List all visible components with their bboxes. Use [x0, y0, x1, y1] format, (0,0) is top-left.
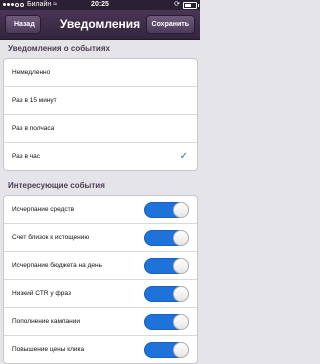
event-row-funds-exhausted: Исчерпание средств	[4, 196, 197, 224]
event-label: Исчерпание бюджета на день	[12, 262, 102, 269]
lock-rotation-icon: ⟳	[174, 1, 180, 8]
save-button[interactable]: Сохранить	[145, 15, 195, 34]
event-row-balance-low: Счет близок к истощению	[4, 224, 197, 252]
toggle-switch[interactable]	[144, 286, 189, 302]
event-row-campaign-topup: Пополнение кампании	[4, 308, 197, 336]
event-row-daily-budget: Исчерпание бюджета на день	[4, 252, 197, 280]
option-immediately[interactable]: Немедленно	[4, 59, 197, 87]
event-row-cpc-increase: Повышение цены клика	[4, 336, 197, 363]
event-row-low-ctr: Низкий CTR у фраз	[4, 280, 197, 308]
toggle-switch[interactable]	[144, 342, 189, 358]
toggle-knob	[173, 258, 189, 274]
event-label: Исчерпание средств	[12, 206, 75, 213]
option-every-15-min[interactable]: Раз в 15 минут	[4, 87, 197, 115]
toggle-knob	[173, 230, 189, 246]
toggle-knob	[173, 286, 189, 302]
event-label: Счет близок к истощению	[12, 234, 90, 241]
toggle-switch[interactable]	[144, 258, 189, 274]
toggle-switch[interactable]	[144, 230, 189, 246]
frequency-options-group: Немедленно Раз в 15 минут Раз в полчаса …	[3, 58, 198, 171]
checkmark-icon: ✓	[179, 151, 188, 162]
toggle-switch[interactable]	[144, 202, 189, 218]
toggle-knob	[173, 342, 189, 358]
option-label: Раз в час	[12, 153, 40, 160]
option-label: Немедленно	[12, 69, 51, 76]
toggle-knob	[173, 202, 189, 218]
option-label: Раз в полчаса	[12, 125, 55, 132]
toggle-switch[interactable]	[144, 314, 189, 330]
section-header-frequency: Уведомления о событиях	[8, 44, 110, 53]
option-every-half-hour[interactable]: Раз в полчаса	[4, 115, 197, 143]
toggle-knob	[173, 314, 189, 330]
event-label: Низкий CTR у фраз	[12, 290, 71, 297]
event-label: Пополнение кампании	[12, 318, 80, 325]
clock: 20:25	[91, 1, 109, 8]
navigation-bar: Назад Уведомления Сохранить	[0, 10, 200, 40]
event-label: Повышение цены клика	[12, 346, 85, 353]
option-every-hour[interactable]: Раз в час ✓	[4, 143, 197, 170]
option-label: Раз в 15 минут	[12, 97, 57, 104]
status-bar: Билайн ≈ 20:25 ⟳	[0, 0, 200, 10]
section-header-events: Интересующие события	[8, 181, 105, 190]
events-group: Исчерпание средств Счет близок к истощен…	[3, 195, 198, 364]
battery-icon	[183, 1, 199, 9]
status-right: ⟳	[174, 0, 199, 10]
